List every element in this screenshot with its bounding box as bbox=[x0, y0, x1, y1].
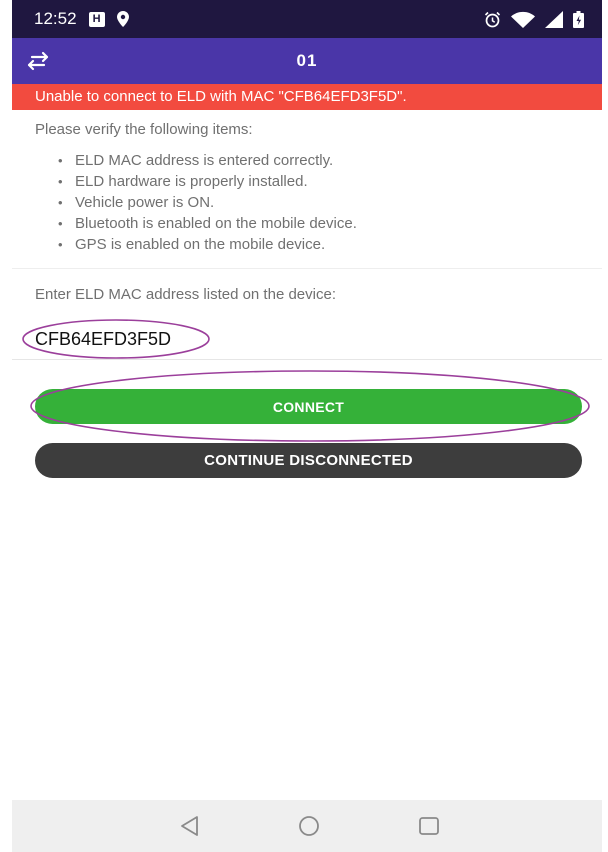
checklist-item-text: GPS is enabled on the mobile device. bbox=[75, 236, 326, 253]
status-time: 12:52 bbox=[34, 9, 77, 28]
signal-icon bbox=[545, 10, 563, 28]
navigation-bar bbox=[12, 800, 602, 852]
bullet-icon: • bbox=[58, 153, 63, 168]
checklist-item: • ELD MAC address is entered correctly. bbox=[58, 150, 357, 171]
connect-button[interactable]: CONNECT bbox=[35, 389, 582, 424]
connection-error-banner: Unable to connect to ELD with MAC "CFB64… bbox=[12, 84, 602, 110]
input-underline bbox=[12, 359, 602, 360]
status-left: 12:52 H bbox=[34, 9, 129, 29]
section-divider bbox=[12, 268, 602, 269]
page-title: 01 bbox=[296, 51, 318, 70]
status-right bbox=[484, 10, 584, 28]
alarm-icon bbox=[484, 11, 501, 27]
mac-address-label: Enter ELD MAC address listed on the devi… bbox=[35, 286, 336, 303]
checklist-item-text: Bluetooth is enabled on the mobile devic… bbox=[75, 215, 357, 232]
checklist-item-text: ELD hardware is properly installed. bbox=[75, 173, 308, 190]
status-bar: 12:52 H bbox=[12, 0, 602, 38]
verify-intro-text: Please verify the following items: bbox=[35, 121, 253, 138]
bullet-icon: • bbox=[58, 174, 63, 189]
bullet-icon: • bbox=[58, 195, 63, 210]
app-screen: 12:52 H 01 Unable to connect to ELD with… bbox=[0, 0, 608, 852]
checklist-item-text: ELD MAC address is entered correctly. bbox=[75, 152, 334, 169]
checklist-item: • ELD hardware is properly installed. bbox=[58, 171, 357, 192]
bullet-icon: • bbox=[58, 237, 63, 252]
checklist-item: • Bluetooth is enabled on the mobile devi… bbox=[58, 213, 357, 234]
h-notification-icon: H bbox=[88, 11, 105, 27]
app-bar: 01 bbox=[12, 38, 602, 84]
checklist-item: • GPS is enabled on the mobile device. bbox=[58, 234, 357, 255]
home-icon[interactable] bbox=[296, 813, 322, 839]
battery-icon bbox=[573, 10, 584, 28]
continue-disconnected-button[interactable]: CONTINUE DISCONNECTED bbox=[35, 443, 582, 478]
mac-address-input[interactable] bbox=[35, 324, 355, 354]
wifi-icon bbox=[511, 11, 535, 28]
back-icon[interactable] bbox=[177, 813, 203, 839]
checklist-item: • Vehicle power is ON. bbox=[58, 192, 357, 213]
checklist-item-text: Vehicle power is ON. bbox=[75, 194, 215, 211]
location-pin-icon bbox=[116, 11, 129, 27]
recents-icon[interactable] bbox=[416, 813, 442, 839]
verify-checklist: • ELD MAC address is entered correctly. •… bbox=[58, 150, 357, 255]
bullet-icon: • bbox=[58, 216, 63, 231]
